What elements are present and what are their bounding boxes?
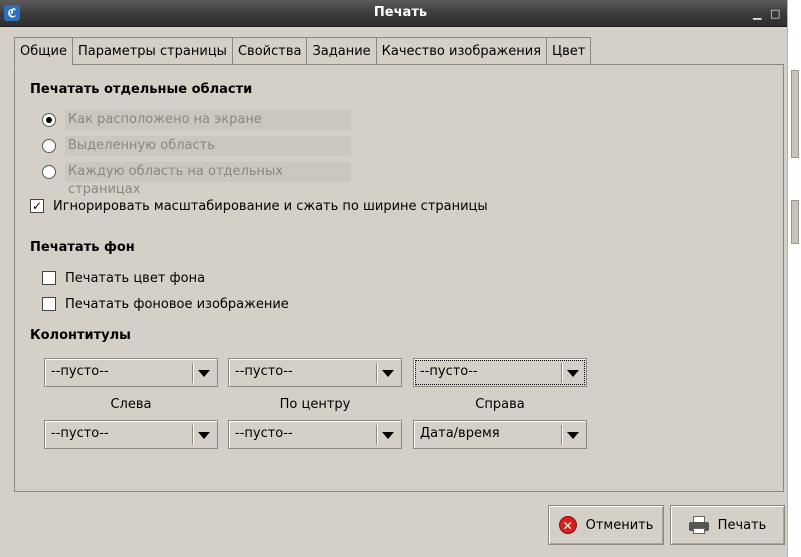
print-frames-heading: Печатать отдельные области	[30, 82, 253, 97]
select-separator	[561, 363, 562, 383]
radio-button[interactable]	[42, 139, 56, 153]
print-bg-image-row[interactable]: Печатать фоновое изображение	[42, 295, 289, 313]
chevron-down-icon[interactable]	[382, 370, 394, 377]
cancel-button[interactable]: ✕ Отменить	[548, 505, 664, 545]
chevron-down-icon[interactable]	[198, 432, 210, 439]
minimize-icon[interactable]: ▁	[753, 8, 761, 19]
checkbox-label: Печатать фоновое изображение	[65, 296, 289, 312]
window-title: Печать	[373, 5, 428, 20]
select-value: --пусто--	[235, 426, 293, 441]
background-scrollbar	[791, 200, 799, 244]
select-separator	[192, 363, 193, 383]
cancel-button-label: Отменить	[585, 517, 654, 533]
headers-footers-heading: Колонтитулы	[30, 328, 131, 343]
checkbox-label: Игнорировать масштабирование и сжать по …	[53, 198, 488, 214]
printer-icon	[688, 516, 709, 534]
footer-left-select[interactable]: --пусто--	[44, 420, 218, 449]
tab-bar: Общие Параметры страницы Свойства Задани…	[14, 37, 592, 66]
cancel-icon: ✕	[558, 516, 577, 534]
tab-properties[interactable]: Свойства	[231, 37, 308, 65]
title-bar[interactable]: ℭ Печать ▁ □	[0, 0, 801, 27]
tab-color[interactable]: Цвет	[546, 37, 592, 65]
header-left-select[interactable]: --пусто--	[44, 358, 218, 387]
select-value: --пусто--	[51, 364, 109, 379]
column-label-left: Слева	[110, 397, 152, 412]
background-scrollbar	[791, 70, 799, 158]
radio-label: Каждую область на отдельных страницах	[65, 162, 351, 197]
print-background-heading: Печатать фон	[30, 240, 135, 255]
select-separator	[561, 425, 562, 445]
background-window	[787, 0, 801, 557]
select-value: Дата/время	[420, 426, 500, 441]
chevron-down-icon[interactable]	[567, 432, 579, 439]
radio-button[interactable]	[42, 165, 56, 179]
print-button-label: Печать	[717, 517, 767, 533]
radio-each-frame[interactable]: Каждую область на отдельных страницах	[42, 162, 351, 197]
radio-label: Выделенную область	[65, 136, 351, 156]
radio-as-on-screen[interactable]: Как расположено на экране	[42, 110, 351, 130]
tab-image-quality[interactable]: Качество изображения	[375, 37, 548, 65]
radio-label: Как расположено на экране	[65, 110, 351, 130]
tab-general[interactable]: Общие	[14, 37, 73, 66]
select-separator	[192, 425, 193, 445]
tab-job[interactable]: Задание	[306, 37, 377, 65]
checkbox-label: Печатать цвет фона	[65, 270, 206, 286]
footer-center-select[interactable]: --пусто--	[228, 420, 402, 449]
chevron-down-icon[interactable]	[382, 432, 394, 439]
select-value: --пусто--	[420, 364, 478, 379]
print-button[interactable]: Печать	[670, 505, 785, 545]
ignore-scaling-checkbox-row[interactable]: ✓ Игнорировать масштабирование и сжать п…	[30, 197, 488, 215]
radio-button[interactable]	[42, 113, 56, 127]
checkbox[interactable]	[42, 297, 56, 311]
select-value: --пусто--	[51, 426, 109, 441]
chevron-down-icon[interactable]	[198, 370, 210, 377]
checkbox[interactable]	[42, 271, 56, 285]
select-value: --пусто--	[235, 364, 293, 379]
footer-right-select[interactable]: Дата/время	[413, 420, 587, 449]
header-right-select[interactable]: --пусто--	[413, 358, 587, 387]
tab-page-setup[interactable]: Параметры страницы	[71, 37, 233, 65]
print-bg-color-row[interactable]: Печатать цвет фона	[42, 269, 205, 287]
header-center-select[interactable]: --пусто--	[228, 358, 402, 387]
maximize-icon[interactable]: □	[770, 8, 780, 19]
select-separator	[376, 363, 377, 383]
chevron-down-icon[interactable]	[567, 370, 579, 377]
radio-selected-frame[interactable]: Выделенную область	[42, 136, 351, 156]
column-label-right: Справа	[475, 397, 525, 412]
checkbox-checked[interactable]: ✓	[30, 199, 44, 213]
select-separator	[376, 425, 377, 445]
column-label-center: По центру	[279, 397, 351, 412]
